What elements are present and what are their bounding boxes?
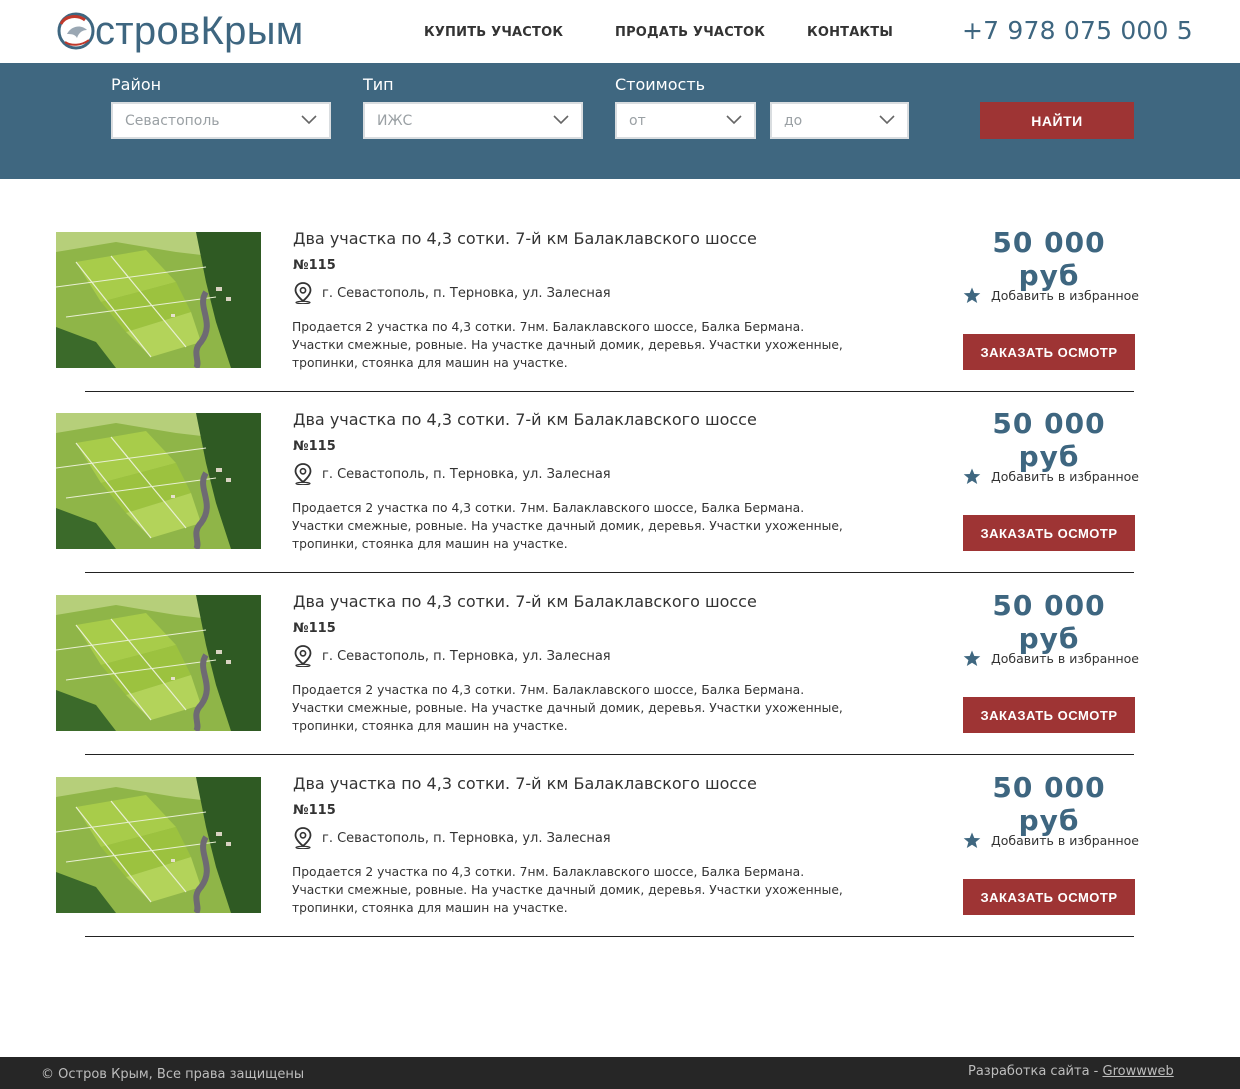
aerial-photo-image	[56, 777, 261, 913]
listing-description: Продается 2 участка по 4,3 сотки. 7нм. Б…	[292, 320, 843, 370]
price-label: Стоимость	[615, 75, 706, 94]
listing-price: 50 000 руб	[992, 226, 1106, 292]
search-button[interactable]: НАЙТИ	[980, 102, 1134, 139]
listing-number: №115	[293, 621, 336, 636]
district-value: Севастополь	[125, 112, 220, 129]
plot-photo[interactable]	[56, 413, 261, 549]
order-viewing-button[interactable]: ЗАКАЗАТЬ ОСМОТР	[963, 879, 1135, 915]
district-label: Район	[111, 75, 162, 94]
logo-text: стровКрым	[95, 9, 304, 53]
listing-title[interactable]: Два участка по 4,3 сотки. 7-й км Балакла…	[293, 229, 757, 248]
order-viewing-button[interactable]: ЗАКАЗАТЬ ОСМОТР	[963, 515, 1135, 551]
map-pin-icon	[294, 645, 312, 667]
type-label: Тип	[363, 75, 394, 94]
listing-number: №115	[293, 439, 336, 454]
site-footer: © Остров Крым, Все права защищены Разраб…	[0, 1057, 1240, 1089]
price-to-value: до	[784, 112, 803, 129]
aerial-photo-image	[56, 232, 261, 368]
star-icon	[963, 650, 981, 666]
type-value: ИЖС	[377, 112, 413, 129]
copyright-text: © Остров Крым, Все права защищены	[41, 1067, 305, 1082]
map-pin-icon	[294, 827, 312, 849]
listing-description: Продается 2 участка по 4,3 сотки. 7нм. Б…	[292, 501, 843, 551]
chevron-down-icon	[301, 115, 317, 125]
listing-divider	[85, 391, 1134, 392]
listing-description: Продается 2 участка по 4,3 сотки. 7нм. Б…	[292, 683, 843, 733]
listing-price: 50 000 руб	[992, 589, 1106, 655]
add-to-favorites[interactable]: Добавить в избранное	[963, 832, 1139, 849]
site-header: стровКрым КУПИТЬ УЧАСТОК ПРОДАТЬ УЧАСТОК…	[0, 0, 1240, 63]
listing-description: Продается 2 участка по 4,3 сотки. 7нм. Б…	[292, 865, 843, 915]
plot-photo[interactable]	[56, 232, 261, 368]
listing-divider	[85, 936, 1134, 937]
star-icon	[963, 468, 981, 484]
chevron-down-icon	[879, 115, 895, 125]
listing-number: №115	[293, 803, 336, 818]
listing-address: г. Севастополь, п. Терновка, ул. Залесна…	[322, 831, 611, 846]
listing-card: Два участка по 4,3 сотки. 7-й км Балакла…	[0, 771, 1240, 959]
logo[interactable]: стровКрым	[55, 5, 325, 57]
search-filter-bar: Район Севастополь Тип ИЖС Стоимость от д…	[0, 63, 1240, 179]
aerial-photo-image	[56, 413, 261, 549]
listing-address: г. Севастополь, п. Терновка, ул. Залесна…	[322, 286, 611, 301]
listing-number: №115	[293, 258, 336, 273]
nav-sell-plot[interactable]: ПРОДАТЬ УЧАСТОК	[615, 25, 765, 40]
favorites-label: Добавить в избранное	[991, 288, 1139, 303]
add-to-favorites[interactable]: Добавить в избранное	[963, 650, 1139, 667]
order-viewing-button[interactable]: ЗАКАЗАТЬ ОСМОТР	[963, 334, 1135, 370]
district-select[interactable]: Севастополь	[111, 102, 331, 139]
star-icon	[963, 287, 981, 303]
listing-card: Два участка по 4,3 сотки. 7-й км Балакла…	[0, 226, 1240, 414]
listing-address: г. Севастополь, п. Терновка, ул. Залесна…	[322, 467, 611, 482]
favorites-label: Добавить в избранное	[991, 469, 1139, 484]
phone-number[interactable]: +7 978 075 000 5	[962, 16, 1193, 45]
favorites-label: Добавить в избранное	[991, 651, 1139, 666]
dolphin-logo-icon	[57, 12, 95, 50]
chevron-down-icon	[553, 115, 569, 125]
listing-divider	[85, 572, 1134, 573]
price-from-select[interactable]: от	[615, 102, 756, 139]
listing-title[interactable]: Два участка по 4,3 сотки. 7-й км Балакла…	[293, 592, 757, 611]
order-viewing-button[interactable]: ЗАКАЗАТЬ ОСМОТР	[963, 697, 1135, 733]
listing-title[interactable]: Два участка по 4,3 сотки. 7-й км Балакла…	[293, 410, 757, 429]
chevron-down-icon	[726, 115, 742, 125]
add-to-favorites[interactable]: Добавить в избранное	[963, 468, 1139, 485]
listing-price: 50 000 руб	[992, 771, 1106, 837]
add-to-favorites[interactable]: Добавить в избранное	[963, 287, 1139, 304]
nav-buy-plot[interactable]: КУПИТЬ УЧАСТОК	[424, 25, 563, 40]
map-pin-icon	[294, 282, 312, 304]
price-to-select[interactable]: до	[770, 102, 909, 139]
type-select[interactable]: ИЖС	[363, 102, 583, 139]
plot-photo[interactable]	[56, 595, 261, 731]
developer-prefix: Разработка сайта -	[968, 1064, 1103, 1079]
listing-address: г. Севастополь, п. Терновка, ул. Залесна…	[322, 649, 611, 664]
star-icon	[963, 832, 981, 848]
aerial-photo-image	[56, 595, 261, 731]
favorites-label: Добавить в избранное	[991, 833, 1139, 848]
listing-card: Два участка по 4,3 сотки. 7-й км Балакла…	[0, 589, 1240, 777]
plot-photo[interactable]	[56, 777, 261, 913]
developer-credit: Разработка сайта - Growwweb	[968, 1064, 1174, 1079]
nav-contacts[interactable]: КОНТАКТЫ	[807, 25, 893, 40]
listing-card: Два участка по 4,3 сотки. 7-й км Балакла…	[0, 407, 1240, 595]
developer-link[interactable]: Growwweb	[1103, 1064, 1174, 1079]
listing-title[interactable]: Два участка по 4,3 сотки. 7-й км Балакла…	[293, 774, 757, 793]
listing-divider	[85, 754, 1134, 755]
listing-price: 50 000 руб	[992, 407, 1106, 473]
map-pin-icon	[294, 463, 312, 485]
price-from-value: от	[629, 112, 646, 129]
